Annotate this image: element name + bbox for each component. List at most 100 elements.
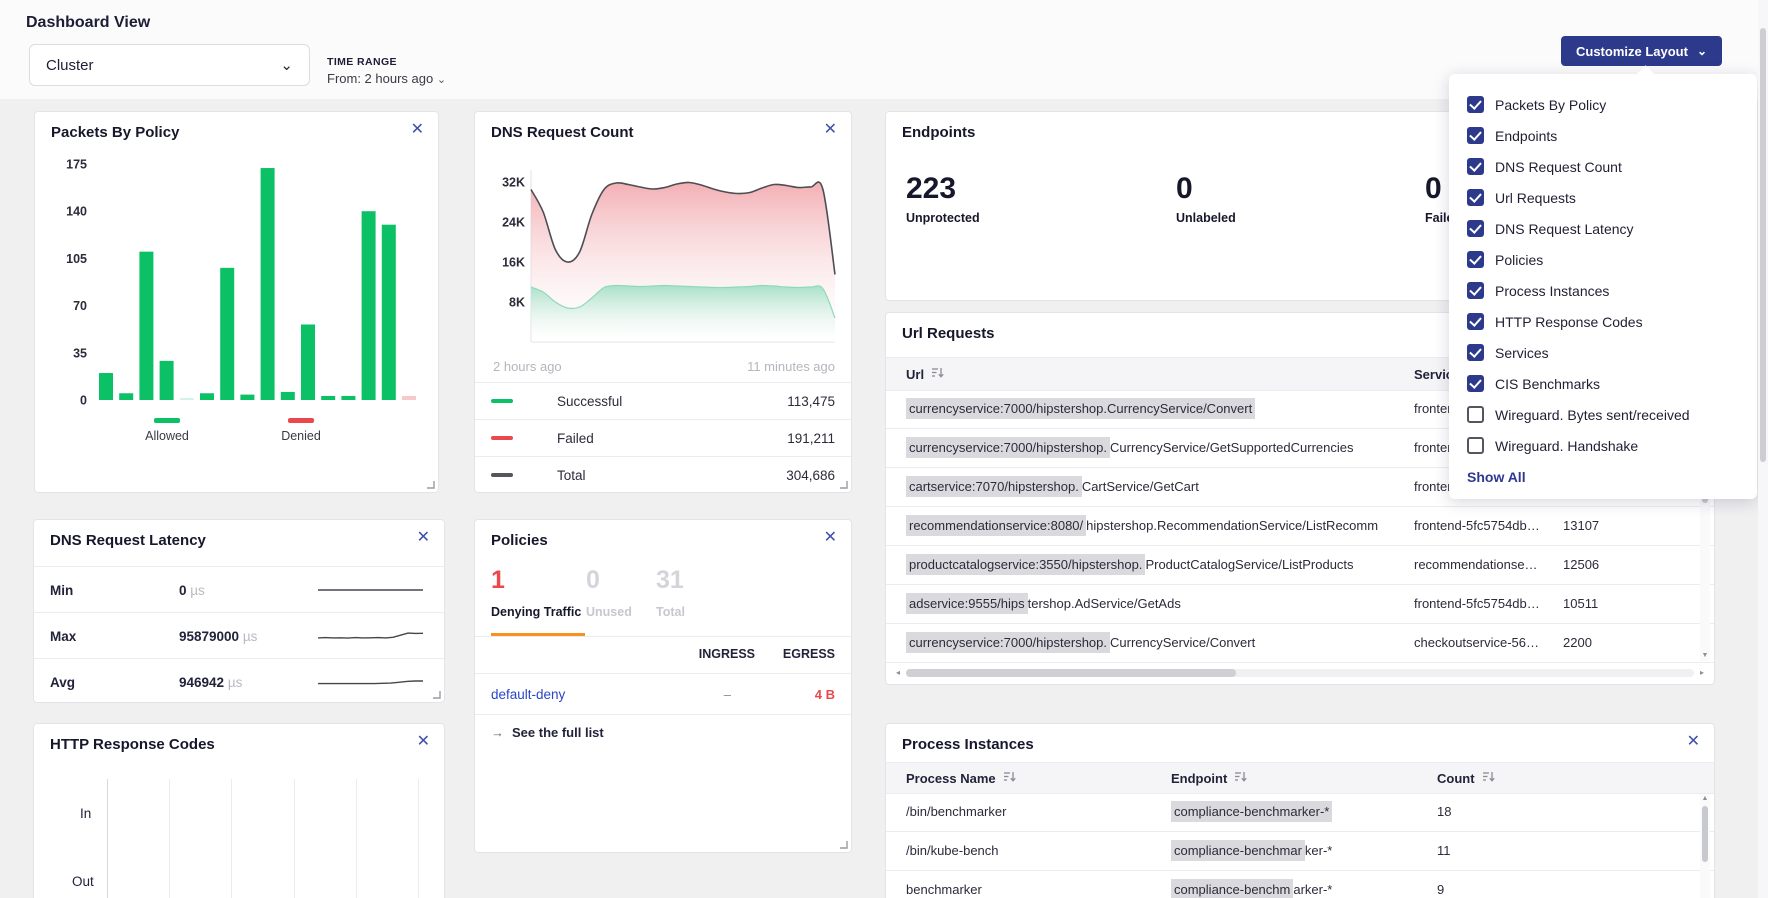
menu-item-dns-request-latency[interactable]: DNS Request Latency <box>1467 213 1739 244</box>
resize-handle[interactable] <box>426 480 435 489</box>
table-row[interactable]: recommendationservice:8080/hipstershop.R… <box>886 506 1714 546</box>
url-highlight: productcatalogservice:3550/hipstershop. <box>906 554 1145 575</box>
tab-label: Total <box>656 605 685 619</box>
service-cell: checkoutservice-56… <box>1414 623 1549 662</box>
url-cell: recommendationservice:8080/hipstershop.R… <box>906 506 1404 545</box>
checkbox-unchecked-icon[interactable] <box>1467 406 1484 423</box>
table-row[interactable]: benchmarkercompliance-benchmarker-*9 <box>886 870 1714 898</box>
legend-label: Total <box>557 468 586 483</box>
svg-text:24K: 24K <box>502 216 525 230</box>
policies-tab-unused[interactable]: 0Unused <box>586 568 632 619</box>
menu-item-process-instances[interactable]: Process Instances <box>1467 275 1739 306</box>
checkbox-checked-icon[interactable] <box>1467 375 1484 392</box>
view-select[interactable]: Cluster ⌄ <box>29 44 310 86</box>
close-icon[interactable]: ✕ <box>411 122 424 138</box>
policies-tab-denying-traffic[interactable]: 1Denying Traffic <box>491 568 581 619</box>
menu-item-endpoints[interactable]: Endpoints <box>1467 120 1739 151</box>
menu-item-cis-benchmarks[interactable]: CIS Benchmarks <box>1467 368 1739 399</box>
row-label-out: Out <box>72 874 94 889</box>
horizontal-scrollbar[interactable]: ◂ ▸ <box>892 667 1708 679</box>
latency-sparkline <box>318 582 423 598</box>
metric-label: Min <box>50 583 73 598</box>
column-header-count[interactable]: Count <box>1437 763 1495 793</box>
tab-label: Denying Traffic <box>491 605 581 619</box>
legend-value: 113,475 <box>787 394 835 409</box>
tab-value: 0 <box>586 568 632 593</box>
checkbox-checked-icon[interactable] <box>1467 96 1484 113</box>
show-all-link[interactable]: Show All <box>1467 469 1739 485</box>
svg-text:32K: 32K <box>502 176 525 190</box>
chevron-down-icon: ⌄ <box>280 56 293 74</box>
menu-item-dns-request-count[interactable]: DNS Request Count <box>1467 151 1739 182</box>
egress-value: 4 B <box>775 674 835 714</box>
checkbox-checked-icon[interactable] <box>1467 313 1484 330</box>
checkbox-checked-icon[interactable] <box>1467 282 1484 299</box>
table-row[interactable]: adservice:9555/hipstershop.AdService/Get… <box>886 584 1714 624</box>
svg-text:140: 140 <box>66 205 87 219</box>
checkbox-checked-icon[interactable] <box>1467 127 1484 144</box>
close-icon[interactable]: ✕ <box>824 530 837 546</box>
column-header-url[interactable]: Url <box>906 358 944 390</box>
arrow-right-icon: → <box>491 725 504 740</box>
ingress-value: – <box>691 674 731 714</box>
menu-item-packets-by-policy[interactable]: Packets By Policy <box>1467 89 1739 120</box>
metric-value: 95879000 µs <box>179 629 257 644</box>
checkbox-checked-icon[interactable] <box>1467 220 1484 237</box>
menu-item-services[interactable]: Services <box>1467 337 1739 368</box>
page-scrollbar[interactable] <box>1758 0 1768 898</box>
policies-tab-total[interactable]: 31Total <box>656 568 685 619</box>
menu-item-wireguard-bytes-sent-received[interactable]: Wireguard. Bytes sent/received <box>1467 399 1739 430</box>
gridline <box>107 779 108 898</box>
vertical-scrollbar[interactable]: ▲ <box>1700 794 1710 898</box>
menu-item-policies[interactable]: Policies <box>1467 244 1739 275</box>
menu-item-label: Url Requests <box>1495 190 1576 206</box>
menu-item-http-response-codes[interactable]: HTTP Response Codes <box>1467 306 1739 337</box>
table-row[interactable]: /bin/kube-benchcompliance-benchmarker-*1… <box>886 831 1714 871</box>
table-row[interactable]: productcatalogservice:3550/hipstershop.P… <box>886 545 1714 585</box>
checkbox-checked-icon[interactable] <box>1467 344 1484 361</box>
stat-label: Unprotected <box>906 211 980 225</box>
svg-text:16K: 16K <box>502 256 525 270</box>
checkbox-unchecked-icon[interactable] <box>1467 437 1484 454</box>
dns-area-chart: 8K16K24K32K <box>491 152 837 352</box>
count-cell: 18 <box>1437 792 1517 831</box>
service-cell: frontend-5fc5754db… <box>1414 584 1549 623</box>
legend-value: 304,686 <box>786 468 835 483</box>
latency-sparkline <box>318 674 423 690</box>
checkbox-checked-icon[interactable] <box>1467 251 1484 268</box>
close-icon[interactable]: ✕ <box>1687 734 1700 750</box>
legend-swatch <box>491 399 513 403</box>
close-icon[interactable]: ✕ <box>824 122 837 138</box>
menu-item-url-requests[interactable]: Url Requests <box>1467 182 1739 213</box>
legend-row-failed: Failed191,211 <box>475 420 851 457</box>
policies-card: Policies ✕ 1Denying Traffic0Unused31Tota… <box>474 519 852 853</box>
latency-row-avg: Avg946942 µs <box>34 658 444 705</box>
resize-handle[interactable] <box>839 480 848 489</box>
table-row[interactable]: /bin/benchmarker compliance-benchmarker-*… <box>886 792 1714 832</box>
policy-name-link[interactable]: default-deny <box>491 674 691 714</box>
policy-row[interactable]: default-deny – 4 B <box>475 673 851 715</box>
allowed-swatch <box>154 418 180 423</box>
url-highlight: currencyservice:7000/hipstershop. <box>906 632 1110 653</box>
endpoint-highlight: compliance-benchmarker-* <box>1171 801 1332 822</box>
endpoint-cell: compliance-benchmarker-* <box>1171 870 1421 898</box>
gridline <box>418 779 419 898</box>
resize-handle[interactable] <box>432 690 441 699</box>
see-full-list-link[interactable]: →See the full list <box>491 725 604 740</box>
column-header-endpoint[interactable]: Endpoint <box>1171 763 1247 793</box>
menu-item-wireguard-handshake[interactable]: Wireguard. Handshake <box>1467 430 1739 461</box>
gridline <box>294 779 295 898</box>
customize-layout-button[interactable]: Customize Layout⌄ <box>1561 36 1722 66</box>
checkbox-checked-icon[interactable] <box>1467 158 1484 175</box>
stat-value: 0 <box>1176 174 1236 204</box>
service-cell: recommendationse… <box>1414 545 1549 584</box>
close-icon[interactable]: ✕ <box>417 530 430 546</box>
table-row[interactable]: currencyservice:7000/hipstershop.Currenc… <box>886 623 1714 663</box>
process-name-cell: /bin/benchmarker <box>906 792 1156 831</box>
column-header-process-name[interactable]: Process Name <box>906 763 1016 793</box>
checkbox-checked-icon[interactable] <box>1467 189 1484 206</box>
endpoint-stat-unlabeled: 0Unlabeled <box>1176 174 1236 225</box>
time-range-selector[interactable]: From: 2 hours ago ⌄ <box>327 71 446 86</box>
process-name-cell: benchmarker <box>906 870 1156 898</box>
resize-handle[interactable] <box>839 840 848 849</box>
